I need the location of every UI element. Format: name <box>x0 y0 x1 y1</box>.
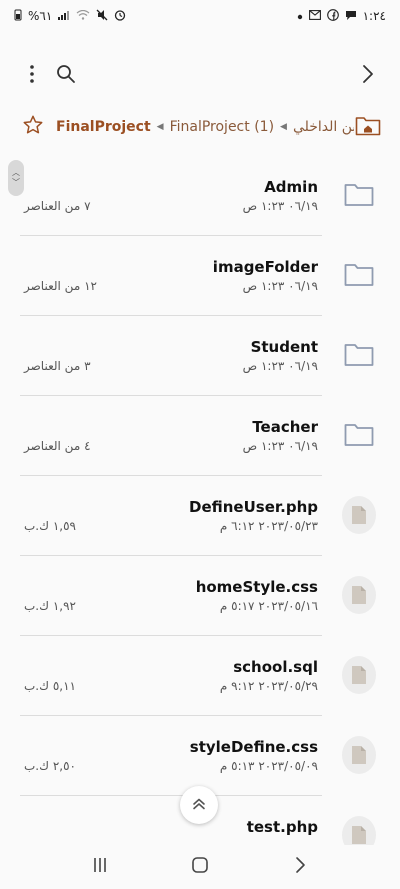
list-item[interactable]: imageFolder ٠٦/١٩ ١:٢٣ ص ١٢ من العناصر <box>0 236 400 316</box>
item-name: styleDefine.css <box>189 738 318 756</box>
wifi-icon <box>76 9 90 22</box>
scroll-to-top-button[interactable] <box>180 786 218 824</box>
folder-icon <box>342 258 376 292</box>
file-icon <box>342 656 376 694</box>
signal-icon <box>58 10 70 22</box>
item-date: ٠٦/١٩ ١:٢٣ ص <box>242 439 318 453</box>
nav-back-button[interactable] <box>280 847 320 887</box>
scroll-top-icon <box>191 796 207 815</box>
list-item[interactable]: styleDefine.css ٢٠٢٣/٠٥/٠٩ ٥:١٣ م ٢,٥٠ ك… <box>0 716 400 796</box>
item-date: ٢٠٢٣/٠٥/٢٣ ٦:١٢ م <box>219 519 318 533</box>
gmail-icon <box>308 10 321 22</box>
toolbar <box>0 56 400 96</box>
mute-icon <box>96 9 108 23</box>
folder-icon <box>342 338 376 372</box>
item-count: ٤ من العناصر <box>24 439 91 453</box>
back-button[interactable] <box>354 62 382 90</box>
status-bar: %٦١ ١:٢٤ <box>0 0 400 32</box>
list-item[interactable]: Student ٠٦/١٩ ١:٢٣ ص ٣ من العناصر <box>0 316 400 396</box>
list-item[interactable]: Teacher ٠٦/١٩ ١:٢٣ ص ٤ من العناصر <box>0 396 400 476</box>
item-date: ٢٠٢٣/٠٥/٠٩ ٥:١٣ م <box>219 759 318 773</box>
file-icon <box>342 816 376 846</box>
item-date: ٠٦/١٩ ١:٢٣ ص <box>242 359 318 373</box>
status-right: ١:٢٤ <box>297 9 386 23</box>
item-name: test.php <box>246 818 318 836</box>
favorite-button[interactable] <box>20 114 46 140</box>
list-item[interactable]: school.sql ٢٠٢٣/٠٥/٢٩ ٩:١٢ م ٥,١١ ك.ب <box>0 636 400 716</box>
battery-icon <box>14 9 22 23</box>
file-list: Admin ٠٦/١٩ ١:٢٣ ص ٧ من العناصر imageFol… <box>0 156 400 846</box>
breadcrumb-path: FinalProject ◀ FinalProject (1) ◀ بن الد… <box>56 119 354 135</box>
item-size: ١,٥٩ ك.ب <box>24 519 76 533</box>
file-icon <box>342 576 376 614</box>
search-button[interactable] <box>52 62 80 90</box>
item-size: ١,٩٢ ك.ب <box>24 599 76 613</box>
more-options-button[interactable] <box>18 62 46 90</box>
breadcrumb: FinalProject ◀ FinalProject (1) ◀ بن الد… <box>0 110 400 144</box>
system-navigation-bar <box>0 845 400 889</box>
folder-icon <box>342 418 376 452</box>
item-size: ٢,٥٠ ك.ب <box>24 759 76 773</box>
file-icon <box>342 736 376 774</box>
home-button[interactable] <box>180 847 220 887</box>
home-square-icon <box>191 856 209 878</box>
item-size: ٥,١١ ك.ب <box>24 679 76 693</box>
file-icon <box>342 496 376 534</box>
item-date: ٠٦/١٩ ١:٢٣ ص <box>242 199 318 213</box>
breadcrumb-item-current[interactable]: FinalProject <box>56 119 151 135</box>
clock-time: ١:٢٤ <box>362 9 386 23</box>
alarm-icon <box>114 9 126 23</box>
home-folder-icon <box>355 114 381 140</box>
item-date: ٢٠٢٣/٠٥/٢٩ ٩:١٢ م <box>219 679 318 693</box>
item-name: imageFolder <box>212 258 318 276</box>
folder-icon <box>342 178 376 212</box>
item-name: homeStyle.css <box>195 578 318 596</box>
item-name: Student <box>250 338 318 356</box>
facebook-icon <box>326 9 339 23</box>
nav-back-icon <box>294 856 306 878</box>
list-item[interactable]: homeStyle.css ٢٠٢٣/٠٥/١٦ ٥:١٧ م ١,٩٢ ك.ب <box>0 556 400 636</box>
fast-scroll-handle[interactable]: ︿ ﹀ <box>8 160 24 196</box>
chevron-up-icon: ︿ <box>12 168 20 177</box>
breadcrumb-item-root[interactable]: بن الداخلي <box>293 119 354 135</box>
chevron-down-icon: ﹀ <box>12 178 20 187</box>
item-count: ٧ من العناصر <box>24 199 91 213</box>
list-item[interactable]: DefineUser.php ٢٠٢٣/٠٥/٢٣ ٦:١٢ م ١,٥٩ ك.… <box>0 476 400 556</box>
breadcrumb-separator-icon: ◀ <box>156 122 164 132</box>
item-count: ٣ من العناصر <box>24 359 91 373</box>
recent-apps-icon <box>92 857 108 877</box>
status-left: %٦١ <box>14 9 126 23</box>
notification-dot-icon <box>297 11 303 22</box>
more-vertical-icon <box>29 64 35 88</box>
item-date: ٠٦/١٩ ١:٢٣ ص <box>242 279 318 293</box>
search-icon <box>56 64 76 88</box>
item-name: Teacher <box>252 418 318 436</box>
breadcrumb-item-parent[interactable]: FinalProject (1) <box>170 119 274 135</box>
item-name: school.sql <box>233 658 318 676</box>
chevron-right-icon <box>361 64 375 88</box>
item-date: ٢٠٢٣/٠٥/١٦ ٥:١٧ م <box>219 599 318 613</box>
recent-apps-button[interactable] <box>80 847 120 887</box>
home-storage-button[interactable] <box>354 113 382 141</box>
battery-level: %٦١ <box>28 9 53 23</box>
star-icon <box>22 114 44 140</box>
list-item[interactable]: Admin ٠٦/١٩ ١:٢٣ ص ٧ من العناصر <box>0 156 400 236</box>
item-count: ١٢ من العناصر <box>24 279 97 293</box>
chat-bubble-icon <box>345 9 357 23</box>
breadcrumb-separator-icon: ◀ <box>280 122 287 132</box>
item-name: Admin <box>264 178 318 196</box>
item-name: DefineUser.php <box>189 498 318 516</box>
